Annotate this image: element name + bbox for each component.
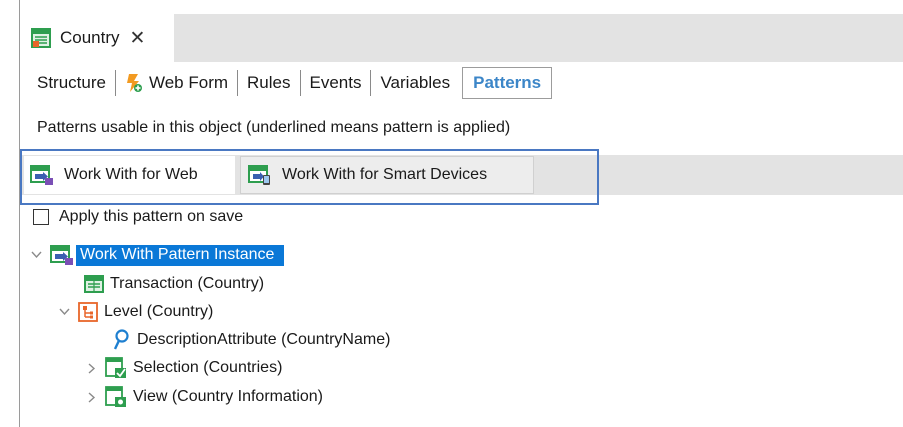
tab-structure[interactable]: Structure	[28, 66, 115, 100]
tree-node-label: View (Country Information)	[133, 388, 323, 405]
editor-left-border	[19, 0, 20, 427]
work-with-smart-devices-icon	[248, 165, 270, 185]
tab-rules[interactable]: Rules	[238, 66, 299, 100]
tree-node-label: Selection (Countries)	[133, 359, 283, 376]
tab-events[interactable]: Events	[301, 66, 371, 100]
apply-pattern-on-save-row: Apply this pattern on save	[33, 206, 243, 228]
close-icon[interactable]: ✕	[130, 29, 146, 48]
level-icon	[78, 302, 98, 322]
tree-node-description-attribute[interactable]: DescriptionAttribute (CountryName)	[113, 327, 390, 353]
tab-variables[interactable]: Variables	[371, 66, 459, 100]
apply-on-save-checkbox[interactable]	[33, 209, 49, 225]
tab-work-with-for-smart-devices[interactable]: Work With for Smart Devices	[240, 156, 534, 194]
tree-node-label: Level (Country)	[104, 303, 214, 320]
tab-web-form-label: Web Form	[148, 73, 229, 92]
web-form-icon	[126, 74, 142, 92]
tab-patterns[interactable]: Patterns	[462, 67, 553, 99]
patterns-hint-text: Patterns usable in this object (underlin…	[37, 119, 511, 136]
key-attribute-icon	[113, 329, 129, 350]
chevron-right-icon[interactable]	[86, 361, 98, 375]
tree-node-transaction[interactable]: Transaction (Country)	[84, 271, 264, 297]
tree-node-label: Work With Pattern Instance	[76, 244, 285, 266]
tab-work-with-for-smart-devices-label: Work With for Smart Devices	[282, 166, 488, 183]
tree-node-work-with-pattern-instance[interactable]: Work With Pattern Instance	[30, 242, 285, 268]
chevron-right-icon[interactable]	[86, 390, 98, 404]
work-with-web-icon	[30, 165, 53, 185]
work-with-instance-icon	[50, 245, 73, 265]
tab-web-form[interactable]: Web Form	[116, 66, 237, 100]
tab-work-with-for-web-label: Work With for Web	[64, 166, 198, 183]
selection-icon	[105, 357, 126, 378]
transaction-icon	[31, 28, 51, 48]
tree-node-selection[interactable]: Selection (Countries)	[86, 355, 282, 381]
tree-node-level[interactable]: Level (Country)	[58, 299, 213, 325]
tree-node-view[interactable]: View (Country Information)	[86, 384, 323, 410]
chevron-down-icon[interactable]	[58, 305, 70, 319]
tree-node-label: Transaction (Country)	[110, 275, 265, 292]
tree-node-label: DescriptionAttribute (CountryName)	[137, 331, 391, 348]
transaction-icon	[84, 275, 104, 293]
view-icon	[105, 386, 126, 407]
tab-work-with-for-web[interactable]: Work With for Web	[24, 156, 235, 194]
document-tab-country[interactable]: Country ✕	[20, 14, 174, 62]
object-part-toolbar: Structure Web Form Rules Events Variable…	[28, 66, 553, 100]
document-tab-title: Country	[60, 28, 120, 47]
apply-on-save-label: Apply this pattern on save	[59, 208, 244, 225]
chevron-down-icon[interactable]	[30, 248, 42, 262]
